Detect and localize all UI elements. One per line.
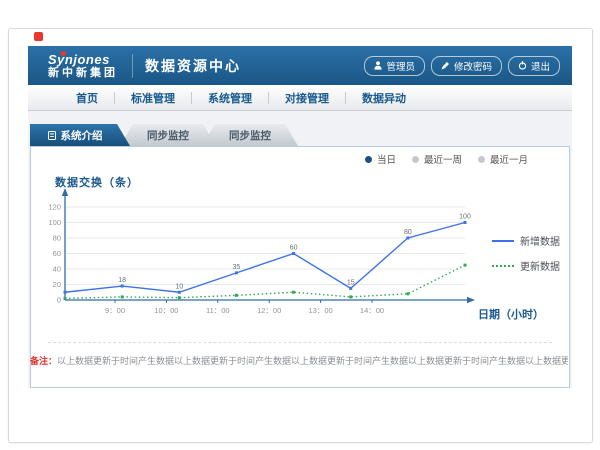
svg-text:11：00: 11：00 xyxy=(206,306,230,315)
svg-text:0: 0 xyxy=(57,296,61,305)
svg-text:80: 80 xyxy=(53,234,61,243)
svg-text:100: 100 xyxy=(459,214,471,221)
filter-label: 当日 xyxy=(377,152,396,166)
document-icon xyxy=(48,131,56,140)
user-icon xyxy=(374,61,382,70)
time-filter-group: 当日 最近一周 最近一月 xyxy=(365,152,528,166)
tab-bar: 系统介绍 同步监控 同步监控 xyxy=(30,124,298,146)
svg-text:35: 35 xyxy=(233,264,241,271)
filter-last-week[interactable]: 最近一周 xyxy=(412,152,462,166)
tab-label: 同步监控 xyxy=(229,128,271,143)
svg-text:9：00: 9：00 xyxy=(105,306,125,315)
change-password-label: 修改密码 xyxy=(454,59,492,73)
radio-unselected-icon xyxy=(412,156,419,163)
footer-note-text: 以上数据更新于时间产生数据以上数据更新于时间产生数据以上数据更新于时间产生数据以… xyxy=(57,356,568,366)
svg-text:60: 60 xyxy=(53,249,61,258)
x-axis-title: 日期（小时） xyxy=(478,306,544,322)
green-dotted-sample-icon xyxy=(492,265,514,267)
svg-text:20: 20 xyxy=(53,280,61,289)
filter-last-month[interactable]: 最近一月 xyxy=(478,152,528,166)
favicon-icon xyxy=(34,32,43,41)
blue-line-sample-icon xyxy=(492,240,514,242)
nav-item-system[interactable]: 系统管理 xyxy=(192,90,268,106)
radio-unselected-icon xyxy=(478,156,485,163)
change-password-button[interactable]: 修改密码 xyxy=(431,56,502,76)
series-legend: 新增数据 更新数据 xyxy=(492,233,560,273)
svg-text:13：00: 13：00 xyxy=(309,306,333,315)
main-nav: 首页 标准管理 系统管理 对接管理 数据异动 xyxy=(28,85,572,111)
filter-label: 最近一周 xyxy=(424,152,462,166)
power-icon xyxy=(518,61,527,70)
svg-text:10：00: 10：00 xyxy=(154,306,178,315)
filter-label: 最近一月 xyxy=(490,152,528,166)
page-title: 数据资源中心 xyxy=(145,56,241,76)
nav-item-home[interactable]: 首页 xyxy=(60,90,114,106)
svg-text:120: 120 xyxy=(48,203,61,212)
legend-label: 更新数据 xyxy=(520,258,560,273)
chart-canvas: 0 20 40 60 80 100 120 9：00 10：00 11：00 12：00 13：00 1… xyxy=(38,188,490,326)
logo-subtext: 新中新集团 xyxy=(48,68,118,79)
svg-text:14：00: 14：00 xyxy=(360,306,384,315)
svg-text:10: 10 xyxy=(175,283,183,290)
tab-sync-monitor-2[interactable]: 同步监控 xyxy=(202,124,298,146)
footer-note: 备注：以上数据更新于时间产生数据以上数据更新于时间产生数据以上数据更新于时间产生… xyxy=(30,354,568,367)
filter-today[interactable]: 当日 xyxy=(365,152,396,166)
legend-label: 新增数据 xyxy=(520,233,560,248)
logout-button[interactable]: 退出 xyxy=(508,56,560,76)
logout-label: 退出 xyxy=(531,59,550,73)
tab-system-intro[interactable]: 系统介绍 xyxy=(30,124,130,146)
header-actions: 管理员 修改密码 退出 xyxy=(364,56,560,76)
nav-item-data-changes[interactable]: 数据异动 xyxy=(346,90,422,106)
content-area: 系统介绍 同步监控 同步监控 当日 最近一周 最近一月 数据交换（条） 0204… xyxy=(28,111,572,388)
radio-selected-icon xyxy=(365,156,372,163)
svg-text:18: 18 xyxy=(118,277,126,284)
svg-text:15: 15 xyxy=(347,279,355,286)
svg-text:40: 40 xyxy=(53,265,61,274)
header: Synjones 新中新集团 数据资源中心 管理员 修改密码 退出 xyxy=(28,46,572,85)
admin-user-button[interactable]: 管理员 xyxy=(364,56,425,76)
line-chart: 0 20 40 60 80 100 120 9：00 10：00 11：00 12：00 13：00 1… xyxy=(38,188,490,326)
note-divider xyxy=(48,342,552,343)
svg-text:12：00: 12：00 xyxy=(257,306,281,315)
logo: Synjones 新中新集团 xyxy=(48,53,118,79)
legend-item-new-data[interactable]: 新增数据 xyxy=(492,233,560,248)
svg-text:60: 60 xyxy=(290,245,298,252)
tab-label: 同步监控 xyxy=(147,128,189,143)
nav-item-standards[interactable]: 标准管理 xyxy=(115,90,191,106)
tab-sync-monitor-1[interactable]: 同步监控 xyxy=(120,124,216,146)
logo-text: Synjones xyxy=(48,53,118,66)
svg-text:80: 80 xyxy=(404,229,412,236)
edit-icon xyxy=(441,61,450,70)
tab-label: 系统介绍 xyxy=(61,128,103,143)
svg-text:100: 100 xyxy=(48,218,61,227)
nav-item-integration[interactable]: 对接管理 xyxy=(269,90,345,106)
footer-note-prefix: 备注： xyxy=(30,356,57,366)
admin-user-label: 管理员 xyxy=(386,59,415,73)
legend-item-updated-data[interactable]: 更新数据 xyxy=(492,258,560,273)
header-divider xyxy=(132,54,133,78)
